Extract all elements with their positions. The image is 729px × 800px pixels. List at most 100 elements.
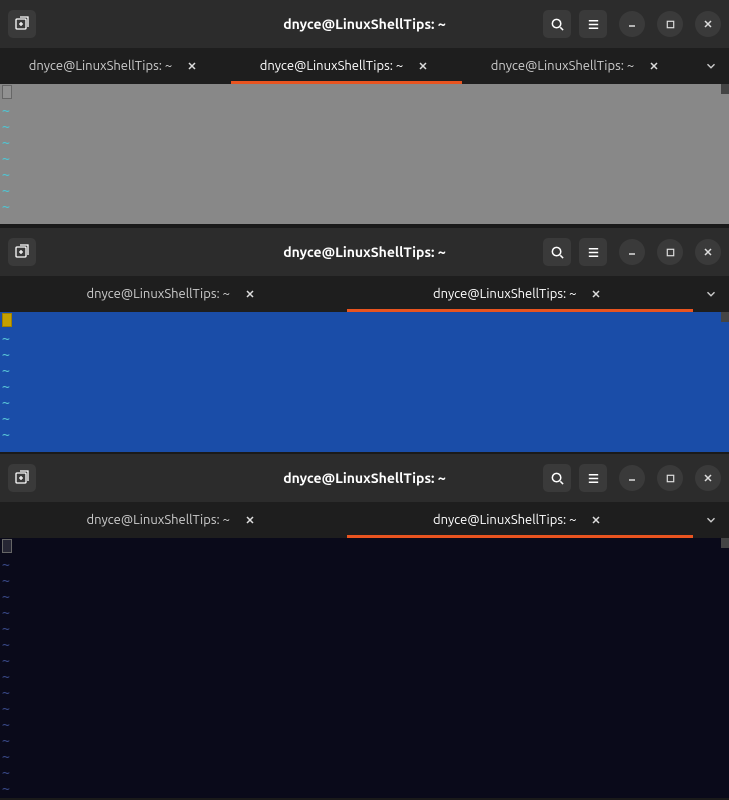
close-icon xyxy=(702,246,714,258)
tab-close-button[interactable] xyxy=(586,288,606,300)
close-icon xyxy=(590,288,602,300)
tab[interactable]: dnyce@LinuxShellTips: ~ xyxy=(347,502,694,538)
vim-tilde: ~ xyxy=(2,590,10,605)
vim-tilde: ~ xyxy=(2,136,10,151)
tab[interactable]: dnyce@LinuxShellTips: ~ xyxy=(462,48,693,84)
vim-tilde: ~ xyxy=(2,718,10,733)
vim-tilde: ~ xyxy=(2,380,10,395)
close-button[interactable] xyxy=(695,11,721,37)
chevron-down-icon xyxy=(704,513,718,527)
chevron-down-icon xyxy=(704,59,718,73)
scrollbar[interactable] xyxy=(721,84,729,94)
search-icon xyxy=(550,471,565,486)
close-icon xyxy=(702,472,714,484)
minimize-button[interactable] xyxy=(619,11,645,37)
terminal-body[interactable] xyxy=(14,538,729,798)
vim-tilde: ~ xyxy=(2,558,10,573)
tab-close-button[interactable] xyxy=(644,60,664,72)
cursor-box xyxy=(2,313,12,327)
vim-tilde: ~ xyxy=(2,152,10,167)
tab-dropdown-button[interactable] xyxy=(693,48,729,84)
menu-button[interactable] xyxy=(579,464,607,492)
titlebar: dnyce@LinuxShellTips: ~ xyxy=(0,228,729,276)
minimize-icon xyxy=(626,18,638,30)
close-icon xyxy=(244,514,256,526)
search-button[interactable] xyxy=(543,464,571,492)
tab-close-button[interactable] xyxy=(182,60,202,72)
close-icon xyxy=(417,60,429,72)
title-controls xyxy=(543,238,721,266)
terminal-body[interactable] xyxy=(14,84,729,224)
maximize-button[interactable] xyxy=(657,465,683,491)
title-controls xyxy=(543,10,721,38)
tab-label: dnyce@LinuxShellTips: ~ xyxy=(260,59,403,73)
menu-button[interactable] xyxy=(579,10,607,38)
vim-tilde: ~ xyxy=(2,168,10,183)
maximize-button[interactable] xyxy=(657,239,683,265)
new-tab-button[interactable] xyxy=(8,238,36,266)
vim-tilde: ~ xyxy=(2,348,10,363)
tab-dropdown-button[interactable] xyxy=(693,502,729,538)
tab-close-button[interactable] xyxy=(413,60,433,72)
new-tab-icon xyxy=(14,244,30,260)
chevron-down-icon xyxy=(704,287,718,301)
vim-tilde: ~ xyxy=(2,364,10,379)
new-tab-icon xyxy=(14,16,30,32)
maximize-button[interactable] xyxy=(657,11,683,37)
search-button[interactable] xyxy=(543,238,571,266)
vim-tilde: ~ xyxy=(2,750,10,765)
tab[interactable]: dnyce@LinuxShellTips: ~ xyxy=(0,48,231,84)
terminal-window: dnyce@LinuxShellTips: ~ dnyce@LinuxShellT… xyxy=(0,228,729,452)
tab-dropdown-button[interactable] xyxy=(693,276,729,312)
tab-label: dnyce@LinuxShellTips: ~ xyxy=(87,287,230,301)
minimize-button[interactable] xyxy=(619,465,645,491)
new-tab-button[interactable] xyxy=(8,10,36,38)
tab[interactable]: dnyce@LinuxShellTips: ~ xyxy=(231,48,462,84)
new-tab-button[interactable] xyxy=(8,464,36,492)
vim-tilde: ~ xyxy=(2,638,10,653)
window-title: dnyce@LinuxShellTips: ~ xyxy=(283,16,445,32)
new-tab-icon xyxy=(14,470,30,486)
vim-tilde: ~ xyxy=(2,412,10,427)
maximize-icon xyxy=(665,247,676,258)
menu-button[interactable] xyxy=(579,238,607,266)
vim-tilde: ~ xyxy=(2,734,10,749)
menu-icon xyxy=(586,471,601,486)
terminal-window: dnyce@LinuxShellTips: ~ dnyce@LinuxShellT… xyxy=(0,0,729,224)
tab-close-button[interactable] xyxy=(240,288,260,300)
vim-tilde: ~ xyxy=(2,574,10,589)
vim-tilde: ~ xyxy=(2,622,10,637)
menu-icon xyxy=(586,245,601,260)
close-icon xyxy=(186,60,198,72)
vim-tilde: ~ xyxy=(2,606,10,621)
minimize-button[interactable] xyxy=(619,239,645,265)
terminal-content[interactable]: ~~~~~~~~~~~~~~~ xyxy=(0,538,729,798)
titlebar: dnyce@LinuxShellTips: ~ xyxy=(0,0,729,48)
vim-tilde: ~ xyxy=(2,200,10,215)
scrollbar[interactable] xyxy=(721,312,729,322)
tab[interactable]: dnyce@LinuxShellTips: ~ xyxy=(0,502,347,538)
vim-gutter: ~~~~~~~~~~~~~~~ xyxy=(0,538,14,798)
terminal-body[interactable] xyxy=(14,312,729,452)
terminal-content[interactable]: ~~~~~~~ xyxy=(0,84,729,224)
vim-tilde: ~ xyxy=(2,396,10,411)
tab-close-button[interactable] xyxy=(240,514,260,526)
close-icon xyxy=(702,18,714,30)
close-button[interactable] xyxy=(695,465,721,491)
vim-tilde: ~ xyxy=(2,184,10,199)
close-button[interactable] xyxy=(695,239,721,265)
tab-label: dnyce@LinuxShellTips: ~ xyxy=(433,513,576,527)
vim-tilde: ~ xyxy=(2,686,10,701)
close-icon xyxy=(648,60,660,72)
tab[interactable]: dnyce@LinuxShellTips: ~ xyxy=(0,276,347,312)
tab-label: dnyce@LinuxShellTips: ~ xyxy=(491,59,634,73)
menu-icon xyxy=(586,17,601,32)
scrollbar[interactable] xyxy=(721,538,729,548)
tab[interactable]: dnyce@LinuxShellTips: ~ xyxy=(347,276,694,312)
tab-close-button[interactable] xyxy=(586,514,606,526)
search-icon xyxy=(550,245,565,260)
terminal-content[interactable]: ~~~~~~~ xyxy=(0,312,729,452)
search-button[interactable] xyxy=(543,10,571,38)
vim-tilde: ~ xyxy=(2,670,10,685)
window-title: dnyce@LinuxShellTips: ~ xyxy=(283,244,445,260)
